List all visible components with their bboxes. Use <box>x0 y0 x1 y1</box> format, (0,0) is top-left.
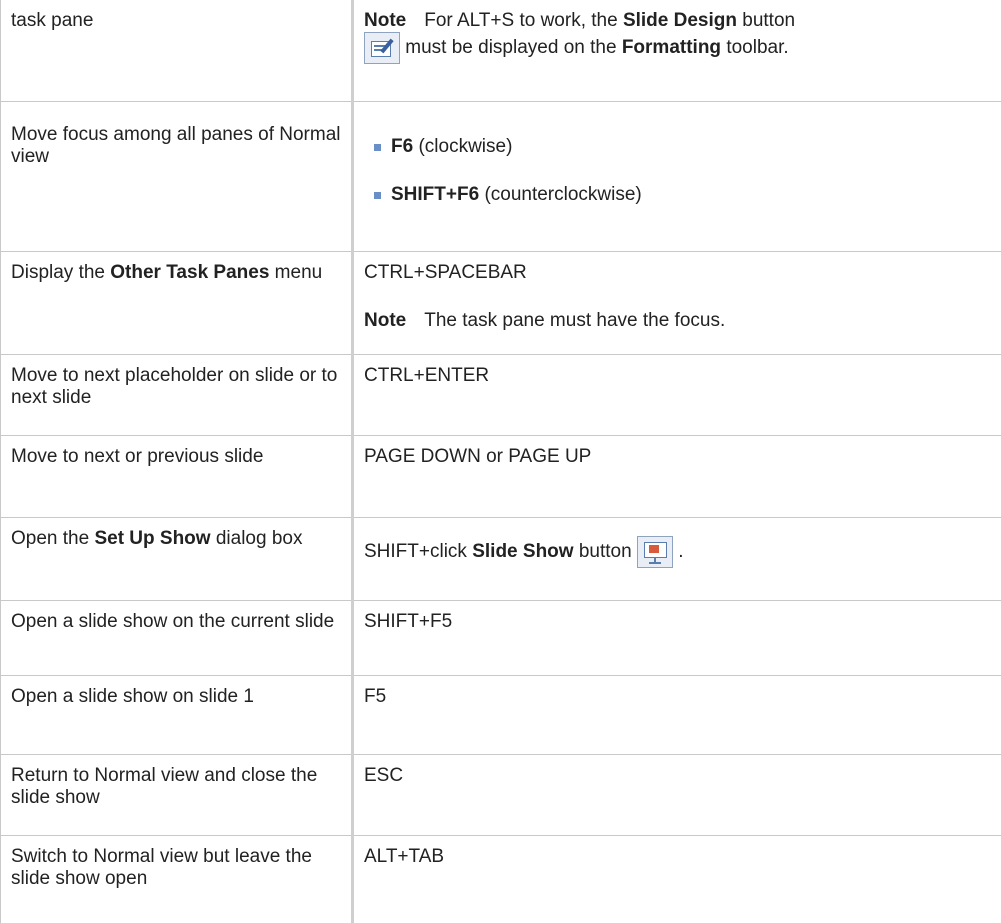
action-text: Open a slide show on the current slide <box>11 611 334 632</box>
shortcut-desc: (clockwise) <box>418 136 512 157</box>
action-bold: Other Task Panes <box>110 262 269 283</box>
shortcut-cell: SHIFT+F5 <box>353 601 1001 676</box>
shortcut-cell: ALT+TAB <box>353 836 1001 923</box>
action-cell: Switch to Normal view but leave the slid… <box>1 836 353 923</box>
shortcut-cell: F6 (clockwise) SHIFT+F6 (counterclockwis… <box>353 102 1001 252</box>
shortcut-cell: PAGE DOWN or PAGE UP <box>353 436 1001 518</box>
shortcut-cell: F5 <box>353 676 1001 755</box>
list-item: SHIFT+F6 (counterclockwise) <box>364 184 994 206</box>
table-row: Move focus among all panes of Normal vie… <box>1 102 1001 252</box>
note-text: toolbar. <box>726 37 788 58</box>
bullet-icon <box>374 144 381 151</box>
action-cell: Move focus among all panes of Normal vie… <box>1 102 353 252</box>
action-cell: Display the Other Task Panes menu <box>1 252 353 355</box>
note-label: Note <box>364 310 406 331</box>
table-row: Open the Set Up Show dialog box SHIFT+cl… <box>1 518 1001 601</box>
bullet-icon <box>374 192 381 199</box>
shortcut-table-page: task pane Note For ALT+S to work, the Sli… <box>0 0 1001 852</box>
shortcut-text: ESC <box>364 765 403 786</box>
note-text: button <box>742 10 795 31</box>
shortcut-text: CTRL+ENTER <box>364 365 489 386</box>
action-text: Open a slide show on slide 1 <box>11 686 254 707</box>
table-row: Move to next placeholder on slide or to … <box>1 355 1001 436</box>
table-row: Return to Normal view and close the slid… <box>1 755 1001 836</box>
shortcut-table: task pane Note For ALT+S to work, the Sli… <box>0 0 1001 923</box>
action-text: menu <box>275 262 323 283</box>
action-cell: Open a slide show on the current slide <box>1 601 353 676</box>
shortcut-cell: SHIFT+click Slide Show button . <box>353 518 1001 601</box>
slide-design-icon <box>364 32 400 64</box>
shortcut-text: SHIFT+click <box>364 541 467 562</box>
note-text: must be displayed on the <box>405 37 616 58</box>
action-cell: task pane <box>1 0 353 102</box>
table-row: Display the Other Task Panes menu CTRL+S… <box>1 252 1001 355</box>
shortcut-key: SHIFT+F6 <box>391 184 479 205</box>
shortcut-desc: (counterclockwise) <box>484 184 641 205</box>
shortcut-text: ALT+TAB <box>364 846 444 867</box>
action-text: task pane <box>11 10 93 31</box>
table-row: Switch to Normal view but leave the slid… <box>1 836 1001 923</box>
action-text: Open the <box>11 528 89 549</box>
shortcut-cell: CTRL+SPACEBAR Note The task pane must hav… <box>353 252 1001 355</box>
shortcut-text: CTRL+SPACEBAR <box>364 262 994 284</box>
action-text: Move focus among all panes of Normal vie… <box>11 124 341 167</box>
action-text: Move to next or previous slide <box>11 446 263 467</box>
action-cell: Move to next placeholder on slide or to … <box>1 355 353 436</box>
action-bold: Set Up Show <box>94 528 210 549</box>
action-text: dialog box <box>216 528 303 549</box>
table-row: Open a slide show on slide 1 F5 <box>1 676 1001 755</box>
shortcut-cell: CTRL+ENTER <box>353 355 1001 436</box>
shortcut-text: PAGE DOWN or PAGE UP <box>364 446 591 467</box>
action-cell: Open a slide show on slide 1 <box>1 676 353 755</box>
action-cell: Return to Normal view and close the slid… <box>1 755 353 836</box>
action-text: Display the <box>11 262 105 283</box>
note-line: Note The task pane must have the focus. <box>364 310 994 332</box>
action-text: Move to next placeholder on slide or to … <box>11 365 337 408</box>
list-item: F6 (clockwise) <box>364 136 994 158</box>
table-row: Move to next or previous slide PAGE DOWN… <box>1 436 1001 518</box>
formatting-label: Formatting <box>622 37 721 58</box>
slide-show-label: Slide Show <box>472 541 573 562</box>
note-label: Note <box>364 10 406 31</box>
table-row: Open a slide show on the current slide S… <box>1 601 1001 676</box>
action-cell: Move to next or previous slide <box>1 436 353 518</box>
action-text: Switch to Normal view but leave the slid… <box>11 846 312 889</box>
action-text: Return to Normal view and close the slid… <box>11 765 317 808</box>
table-row: task pane Note For ALT+S to work, the Sli… <box>1 0 1001 102</box>
shortcut-text: button <box>579 541 632 562</box>
shortcut-text: . <box>678 541 683 562</box>
shortcut-cell: ESC <box>353 755 1001 836</box>
shortcut-cell: NoteFor ALT+S to work, the Slide Design … <box>353 0 1001 102</box>
slide-design-label: Slide Design <box>623 10 737 31</box>
slide-show-icon <box>637 536 673 568</box>
note-text: For ALT+S to work, the <box>424 10 617 31</box>
note-text: The task pane must have the focus. <box>424 310 725 331</box>
shortcut-key: F6 <box>391 136 413 157</box>
shortcut-text: F5 <box>364 686 386 707</box>
action-cell: Open the Set Up Show dialog box <box>1 518 353 601</box>
shortcut-list: F6 (clockwise) SHIFT+F6 (counterclockwis… <box>364 136 994 206</box>
shortcut-text: SHIFT+F5 <box>364 611 452 632</box>
